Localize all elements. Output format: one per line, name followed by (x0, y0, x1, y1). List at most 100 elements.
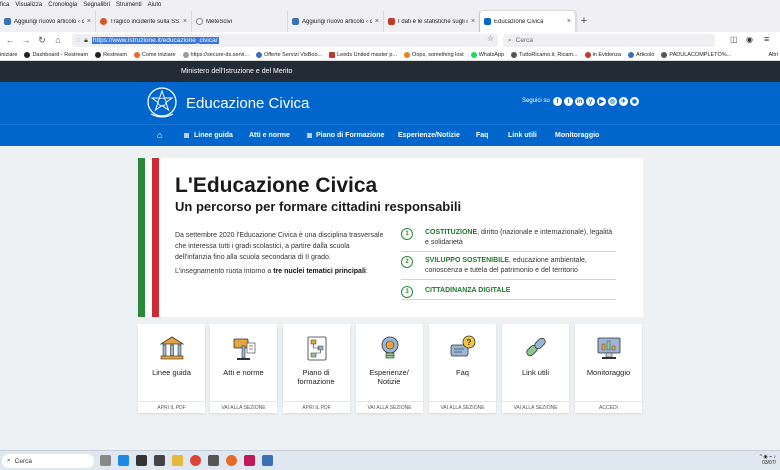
bookmark-item[interactable]: in Evidenza (584, 51, 621, 58)
bookmark-item[interactable]: Offerte Servizi VisBoo... (255, 51, 322, 58)
intro-text: L'insegnamento ruota intorno a (175, 268, 274, 275)
republic-emblem-icon[interactable] (146, 85, 178, 121)
browser-tab[interactable]: Tragico incidente sulla SS18 in ...× (96, 11, 192, 32)
menu-item-help[interactable]: Aiuto (148, 2, 162, 8)
other-bookmarks[interactable]: Altri (769, 52, 778, 58)
task-view-icon[interactable] (100, 455, 111, 466)
search-box[interactable]: ⌕ Cerca (503, 34, 715, 47)
ministry-name[interactable]: Ministero dell'Istruzione e del Merito (181, 68, 292, 75)
bookmark-item[interactable]: Oops, something lost (404, 51, 464, 58)
tab-title: Educazione Civica (494, 18, 544, 25)
card-faq[interactable]: ? Faq VAI ALLA SEZIONE (429, 324, 496, 413)
close-icon[interactable]: × (567, 18, 571, 25)
forward-icon[interactable]: → (18, 35, 34, 45)
facebook-icon[interactable]: f (553, 97, 562, 106)
reload-icon[interactable]: ↻ (34, 35, 50, 46)
card-action[interactable]: VAI ALLA SEZIONE (502, 401, 569, 413)
card-piano-di-formazione[interactable]: Piano di formazione APRI IL PDF (283, 324, 350, 413)
system-tray[interactable]: ^ ◉ ⌁ ♪ 03/07/ (760, 454, 776, 466)
app-icon[interactable] (208, 455, 219, 466)
nav-monitoraggio[interactable]: Monitoraggio (555, 132, 599, 139)
page-content: L'Educazione Civica Un percorso per form… (0, 146, 780, 450)
card-atti-e-norme[interactable]: Atti e norme VAI ALLA SEZIONE (210, 324, 277, 413)
bookmark-item[interactable]: Restream (95, 51, 127, 58)
menu-item-view[interactable]: Visualizza (15, 2, 42, 8)
back-icon[interactable]: ← (2, 35, 18, 45)
bookmark-item[interactable]: WhatsApp (470, 51, 504, 58)
telegram-icon[interactable]: ✈ (619, 97, 628, 106)
bookmark-item[interactable]: TuttoRicamo.it, Ricam... (511, 51, 578, 58)
url-text[interactable]: https://www.istruzione.it/educazione_civ… (91, 37, 219, 44)
card-action[interactable]: VAI ALLA SEZIONE (356, 401, 423, 413)
chrome-icon[interactable] (190, 455, 201, 466)
card-action[interactable]: VAI ALLA SEZIONE (429, 401, 496, 413)
card-action[interactable]: ACCEDI (575, 401, 642, 413)
app-icon[interactable] (244, 455, 255, 466)
menu-icon[interactable]: ≡ (764, 34, 769, 44)
nav-esperienze-notizie[interactable]: Esperienze/Notizie (398, 132, 460, 139)
card-linee-guida[interactable]: Linee guida APRI IL PDF (138, 324, 205, 413)
card-action[interactable]: APRI IL PDF (283, 401, 350, 413)
new-tab-button[interactable]: + (576, 11, 592, 32)
linkedin-icon[interactable]: in (575, 97, 584, 106)
nav-linee-guida[interactable]: Linee guida (194, 132, 233, 139)
bookmark-item[interactable]: Dashboard - Restream (24, 51, 88, 58)
bookmark-favicon (661, 51, 668, 58)
folder-icon[interactable] (172, 455, 183, 466)
video-icon[interactable]: ▶ (597, 97, 606, 106)
extension-icon[interactable]: ◉ (746, 35, 753, 44)
bookmark-label: TuttoRicamo.it, Ricam... (519, 51, 578, 58)
card-action[interactable]: VAI ALLA SEZIONE (210, 401, 277, 413)
taskbar-search[interactable]: ⌕ Cerca (2, 454, 94, 468)
card-esperienze-notizie[interactable]: Esperienze/ Notizie VAI ALLA SEZIONE (356, 324, 423, 413)
menu-item[interactable]: fica (0, 2, 9, 8)
menu-item-history[interactable]: Cronologia (48, 2, 77, 8)
bookmark-item[interactable]: Leeds United master p... (329, 51, 398, 58)
close-icon[interactable]: × (183, 18, 187, 25)
windows-taskbar: ⌕ Cerca ^ ◉ ⌁ ♪ 03/07/ (0, 450, 780, 470)
nucleo-number: 1 (401, 228, 413, 240)
gavel-icon (233, 338, 256, 360)
browser-tab[interactable]: Aggiungi nuovo articolo ‹ citte...× (0, 11, 96, 32)
bookmark-label: Leeds United master p... (337, 51, 398, 58)
instagram-icon[interactable]: ◎ (608, 97, 617, 106)
close-icon[interactable]: × (87, 18, 91, 25)
menu-item-tools[interactable]: Strumenti (116, 2, 142, 8)
browser-tab[interactable]: Aggiungi nuovo articolo ‹ citte...× (288, 11, 384, 32)
app-icon[interactable] (262, 455, 273, 466)
site-header: Educazione Civica Seguici su f t in y ▶ … (0, 82, 780, 124)
firefox-icon[interactable] (226, 455, 237, 466)
nav-link-utili[interactable]: Link utili (508, 132, 537, 139)
card-action[interactable]: APRI IL PDF (138, 401, 205, 413)
menu-item-bookmarks[interactable]: Segnalibri (83, 2, 110, 8)
browser-tab-active[interactable]: Educazione Civica × (480, 11, 576, 32)
card-link-utili[interactable]: Link utili VAI ALLA SEZIONE (502, 324, 569, 413)
home-icon[interactable]: ⌂ (50, 35, 66, 45)
rss-icon[interactable]: ◉ (630, 97, 639, 106)
close-icon[interactable]: × (375, 18, 379, 25)
bookmark-item[interactable]: iniziare (0, 52, 17, 58)
bookmark-item[interactable]: Come iniziare (133, 51, 176, 58)
bookmark-item[interactable]: PADULACOMPLETO%... (661, 51, 731, 58)
browser-tab[interactable]: I dati e le statistiche sugli incid...× (384, 11, 480, 32)
store-icon[interactable] (136, 455, 147, 466)
pocket-icon[interactable]: ◫ (730, 35, 738, 44)
site-title[interactable]: Educazione Civica (186, 95, 309, 112)
nav-atti-e-norme[interactable]: Atti e norme (249, 132, 290, 139)
bookmark-star-icon[interactable]: ☆ (487, 34, 494, 43)
tab-title: I dati e le statistiche sugli incid... (398, 18, 468, 25)
nav-piano-di-formazione[interactable]: Piano di Formazione (316, 132, 384, 139)
address-bar[interactable]: ◌ 🔒︎ https://www.istruzione.it/educazion… (72, 34, 498, 47)
card-monitoraggio[interactable]: Monitoraggio ACCEDI (575, 324, 642, 413)
youtube-icon[interactable]: y (586, 97, 595, 106)
twitter-icon[interactable]: t (564, 97, 573, 106)
nav-faq[interactable]: Faq (476, 132, 488, 139)
bookmark-item[interactable]: https://secure-ds.servi... (182, 51, 249, 58)
whatsapp-icon (470, 51, 477, 58)
home-icon[interactable]: ⌂ (157, 130, 162, 140)
close-icon[interactable]: × (471, 18, 475, 25)
browser-tab[interactable]: MeteScivi (192, 11, 288, 32)
xbox-icon[interactable] (154, 455, 165, 466)
bookmark-item[interactable]: Articolo (628, 51, 654, 58)
file-explorer-icon[interactable] (118, 455, 129, 466)
